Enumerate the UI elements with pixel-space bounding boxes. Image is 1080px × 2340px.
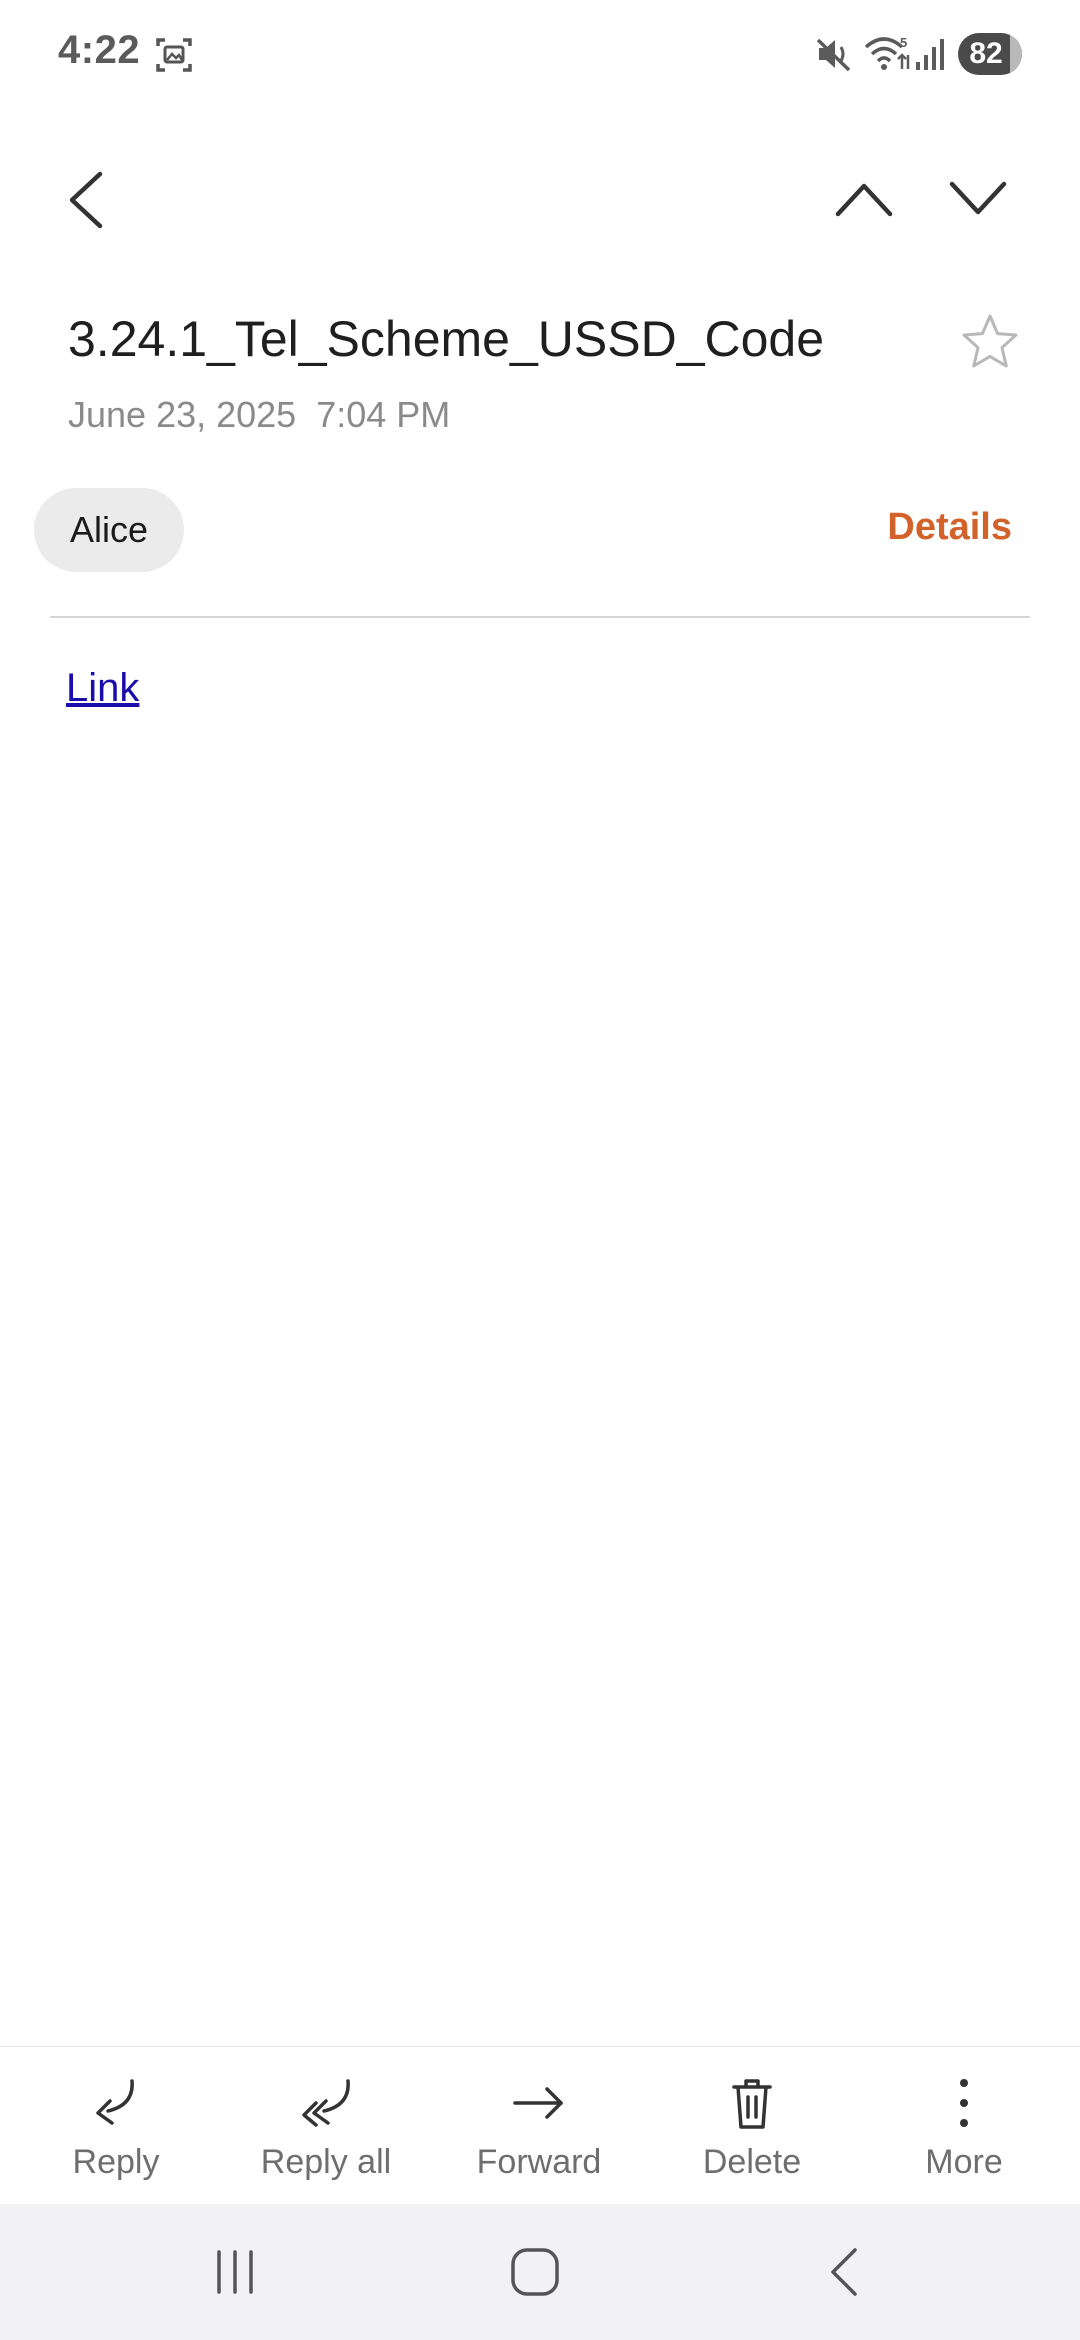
status-bar: 4:22 5 82: [0, 0, 1080, 110]
email-date: June 23, 2025 7:04 PM: [68, 394, 451, 435]
nav-back-button[interactable]: [800, 2204, 890, 2340]
more-button[interactable]: More: [884, 2047, 1044, 2205]
delete-label: Delete: [702, 2143, 802, 2181]
recents-icon: [217, 2250, 253, 2294]
chevron-down-icon[interactable]: [946, 170, 1010, 226]
status-time: 4:22: [58, 28, 141, 72]
forward-icon: [513, 2087, 563, 2119]
star-icon[interactable]: [960, 312, 1020, 372]
reply-all-icon: [302, 2079, 350, 2127]
home-button[interactable]: [490, 2204, 580, 2340]
mute-icon: [816, 38, 851, 72]
back-arrow-icon: [831, 2248, 857, 2296]
chevron-left-icon[interactable]: [60, 168, 110, 232]
sender-chip[interactable]: Alice: [34, 488, 184, 572]
more-label: More: [925, 2143, 1003, 2181]
wifi-icon: 5: [864, 35, 910, 70]
header-divider: [50, 616, 1030, 618]
details-button[interactable]: Details: [887, 506, 1012, 549]
body-link[interactable]: Link: [66, 666, 139, 711]
more-vertical-icon: [960, 2079, 968, 2127]
screenshot-icon: [156, 38, 192, 72]
battery-level: 82: [969, 37, 1003, 70]
reply-all-label: Reply all: [260, 2143, 392, 2181]
svg-text:5: 5: [900, 35, 907, 50]
signal-icon: [916, 39, 944, 70]
forward-button[interactable]: Forward: [458, 2047, 620, 2205]
home-icon: [511, 2248, 559, 2296]
reply-icon: [96, 2079, 134, 2125]
email-subject: 3.24.1_Tel_Scheme_USSD_Code: [68, 311, 825, 367]
reply-all-button[interactable]: Reply all: [246, 2047, 406, 2205]
bottom-action-bar: Reply Reply all Forward Delete More: [0, 2046, 1080, 2204]
reply-button[interactable]: Reply: [36, 2047, 196, 2205]
reply-label: Reply: [72, 2143, 160, 2181]
trash-icon: [732, 2079, 772, 2129]
forward-label: Forward: [476, 2143, 602, 2181]
delete-button[interactable]: Delete: [672, 2047, 832, 2205]
system-nav-bar: [0, 2204, 1080, 2340]
chevron-up-icon[interactable]: [832, 170, 896, 226]
battery-icon: 82: [958, 33, 1022, 75]
recents-button[interactable]: [190, 2204, 280, 2340]
email-detail-screen: 4:22 5 82 3.24.1_Tel_Scheme_USSD_Code Ju…: [0, 0, 1080, 2340]
